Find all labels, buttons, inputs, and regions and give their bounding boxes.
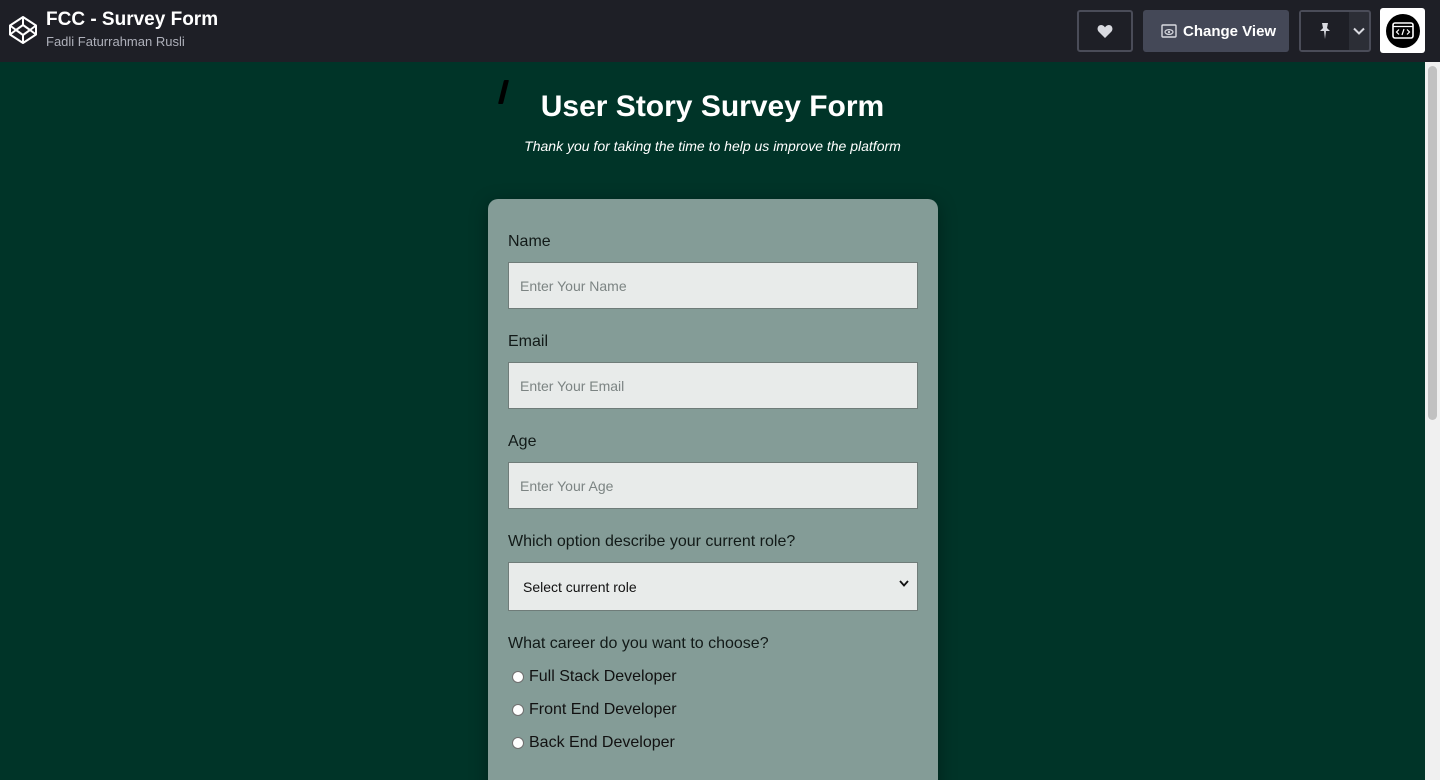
chevron-down-icon (899, 580, 909, 587)
radio-button[interactable] (512, 737, 524, 749)
career-option-label: Full Stack Developer (529, 668, 677, 685)
eye-icon (1161, 24, 1177, 38)
scrollbar-thumb[interactable] (1428, 66, 1437, 420)
survey-form: Name Enter Your Name Email Enter Your Em… (488, 199, 938, 780)
name-input[interactable]: Enter Your Name (508, 262, 918, 309)
email-label: Email (508, 333, 549, 350)
email-placeholder: Enter Your Email (520, 377, 625, 394)
editor-header: FCC - Survey Form Fadli Faturrahman Rusl… (0, 0, 1440, 62)
age-label: Age (508, 433, 537, 450)
page-description: Thank you for taking the time to help us… (524, 138, 901, 154)
name-label: Name (508, 233, 551, 250)
role-dropdown[interactable]: Select current role (508, 562, 918, 611)
career-option[interactable]: Back End Developer (512, 734, 675, 752)
pin-button[interactable] (1301, 12, 1349, 50)
page-title: User Story Survey Form (540, 90, 885, 123)
codepen-logo-icon[interactable] (8, 15, 38, 45)
pin-dropdown-button[interactable] (1349, 12, 1369, 50)
career-option-label: Front End Developer (529, 701, 677, 718)
career-label: What career do you want to choose? (508, 635, 769, 652)
name-placeholder: Enter Your Name (520, 277, 627, 294)
career-option[interactable]: Full Stack Developer (512, 668, 677, 686)
like-button[interactable] (1077, 10, 1133, 52)
age-placeholder: Enter Your Age (520, 477, 614, 494)
user-avatar[interactable] (1380, 8, 1425, 53)
heart-icon (1097, 24, 1113, 38)
pin-icon (1320, 23, 1330, 39)
email-input[interactable]: Enter Your Email (508, 362, 918, 409)
change-view-button[interactable]: Change View (1143, 10, 1289, 52)
radio-button[interactable] (512, 671, 524, 683)
change-view-label: Change View (1183, 22, 1277, 40)
code-avatar-icon (1385, 13, 1420, 48)
pin-button-group (1299, 10, 1371, 52)
chevron-down-icon (1353, 27, 1365, 35)
pen-author[interactable]: Fadli Faturrahman Rusli (46, 34, 185, 49)
role-label: Which option describe your current role? (508, 533, 796, 550)
page-scrollbar[interactable] (1425, 62, 1440, 780)
pen-title[interactable]: FCC - Survey Form (46, 9, 218, 31)
age-input[interactable]: Enter Your Age (508, 462, 918, 509)
role-selected-value: Select current role (523, 578, 637, 595)
career-option[interactable]: Front End Developer (512, 701, 677, 719)
radio-button[interactable] (512, 704, 524, 716)
career-option-label: Back End Developer (529, 734, 675, 751)
